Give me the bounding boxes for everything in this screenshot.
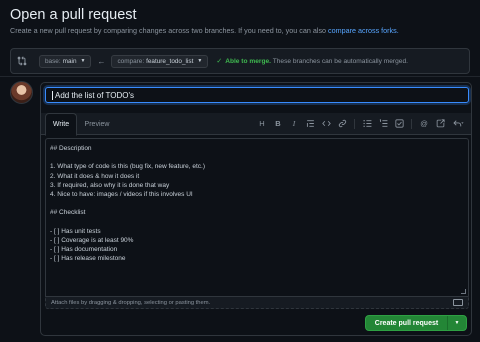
body-line: 4. Nice to have: images / videos if this… xyxy=(50,190,193,198)
markdown-toolbar: H B I @ xyxy=(257,118,465,129)
mention-icon[interactable]: @ xyxy=(419,118,429,129)
text-cursor xyxy=(52,90,53,100)
attach-files-bar[interactable]: Attach files by dragging & dropping, sel… xyxy=(45,296,469,309)
base-value: main xyxy=(62,57,77,65)
pull-request-form: Add the list of TODO's Write Preview H B… xyxy=(40,82,472,336)
create-pull-request-label[interactable]: Create pull request xyxy=(366,316,448,330)
check-icon: ✓ xyxy=(216,58,223,65)
body-line: 2. What it does & how it does it xyxy=(50,172,140,180)
body-line: 1. What type of code is this (bug fix, n… xyxy=(50,163,205,171)
git-compare-icon xyxy=(11,49,33,73)
merge-status: Able to merge. These branches can be aut… xyxy=(225,58,408,65)
compare-label: compare: xyxy=(117,57,145,65)
compare-bar: base: main ▼ ← compare: feature_todo_lis… xyxy=(10,48,470,74)
arrow-left-icon: ← xyxy=(97,56,106,66)
merge-status-detail: These branches can be automatically merg… xyxy=(272,57,408,65)
italic-icon[interactable]: I xyxy=(289,118,299,129)
page-subtitle: Create a new pull request by comparing c… xyxy=(10,26,399,35)
body-textarea[interactable]: ## Description 1. What type of code is th… xyxy=(45,138,469,296)
create-pull-request-button[interactable]: Create pull request ▼ xyxy=(365,315,467,331)
body-line: - [ ] Has unit tests xyxy=(50,227,101,235)
compare-value: feature_todo_list xyxy=(146,57,194,65)
body-content: ## Description 1. What type of code is th… xyxy=(50,144,464,263)
tab-write[interactable]: Write xyxy=(45,113,77,136)
toolbar-divider xyxy=(411,118,412,129)
merge-status-ok: Able to merge. xyxy=(225,57,271,65)
heading-icon[interactable]: H xyxy=(257,118,267,129)
quote-icon[interactable] xyxy=(305,118,315,129)
editor-tab-strip: Write Preview H B I @ xyxy=(41,113,471,136)
title-input[interactable]: Add the list of TODO's xyxy=(45,87,469,103)
body-line: - [ ] Coverage is at least 90% xyxy=(50,236,134,244)
avatar[interactable] xyxy=(10,81,33,104)
body-line xyxy=(50,199,464,208)
ordered-list-icon[interactable] xyxy=(378,118,388,129)
reply-icon[interactable] xyxy=(451,118,465,129)
body-line: ## Checklist xyxy=(50,209,86,217)
body-line: - [ ] Has documentation xyxy=(50,246,118,254)
task-list-icon[interactable] xyxy=(394,118,404,129)
compare-across-forks-link[interactable]: compare across forks. xyxy=(328,26,399,35)
toolbar-divider xyxy=(354,118,355,129)
body-line xyxy=(50,218,464,227)
chevron-down-icon[interactable]: ▼ xyxy=(448,320,466,326)
base-label: base: xyxy=(45,57,61,65)
chevron-down-icon: ▼ xyxy=(197,58,203,64)
body-line: ## Description xyxy=(50,145,92,152)
markdown-icon xyxy=(453,299,463,306)
cross-reference-icon[interactable] xyxy=(435,118,445,129)
body-line: 3. If required, also why it is done that… xyxy=(50,181,170,189)
attach-hint: Attach files by dragging & dropping, sel… xyxy=(51,299,211,306)
tab-preview[interactable]: Preview xyxy=(81,113,113,135)
link-icon[interactable] xyxy=(337,118,347,129)
bold-icon[interactable]: B xyxy=(273,118,283,129)
code-icon[interactable] xyxy=(321,118,331,129)
divider xyxy=(0,76,480,77)
body-line xyxy=(50,153,464,162)
chevron-down-icon: ▼ xyxy=(80,58,86,64)
resize-handle[interactable] xyxy=(461,289,466,294)
subtitle-text: Create a new pull request by comparing c… xyxy=(10,26,327,35)
compare-branch-select[interactable]: compare: feature_todo_list ▼ xyxy=(111,54,209,68)
page-title: Open a pull request xyxy=(10,7,137,23)
title-value: Add the list of TODO's xyxy=(55,90,135,100)
unordered-list-icon[interactable] xyxy=(362,118,372,129)
body-line: - [ ] Has release milestone xyxy=(50,255,126,263)
base-branch-select[interactable]: base: main ▼ xyxy=(39,54,92,68)
